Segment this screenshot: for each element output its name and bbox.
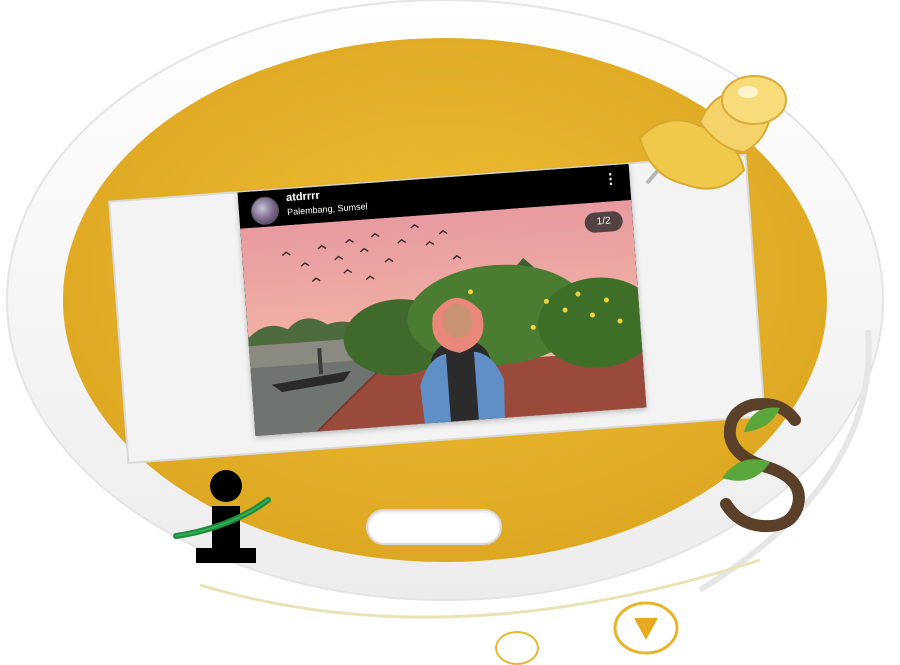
home-button[interactable] xyxy=(366,509,502,545)
small-control-circle[interactable] xyxy=(495,631,539,665)
leaf-s-logo xyxy=(720,398,805,533)
play-button[interactable] xyxy=(612,600,680,656)
